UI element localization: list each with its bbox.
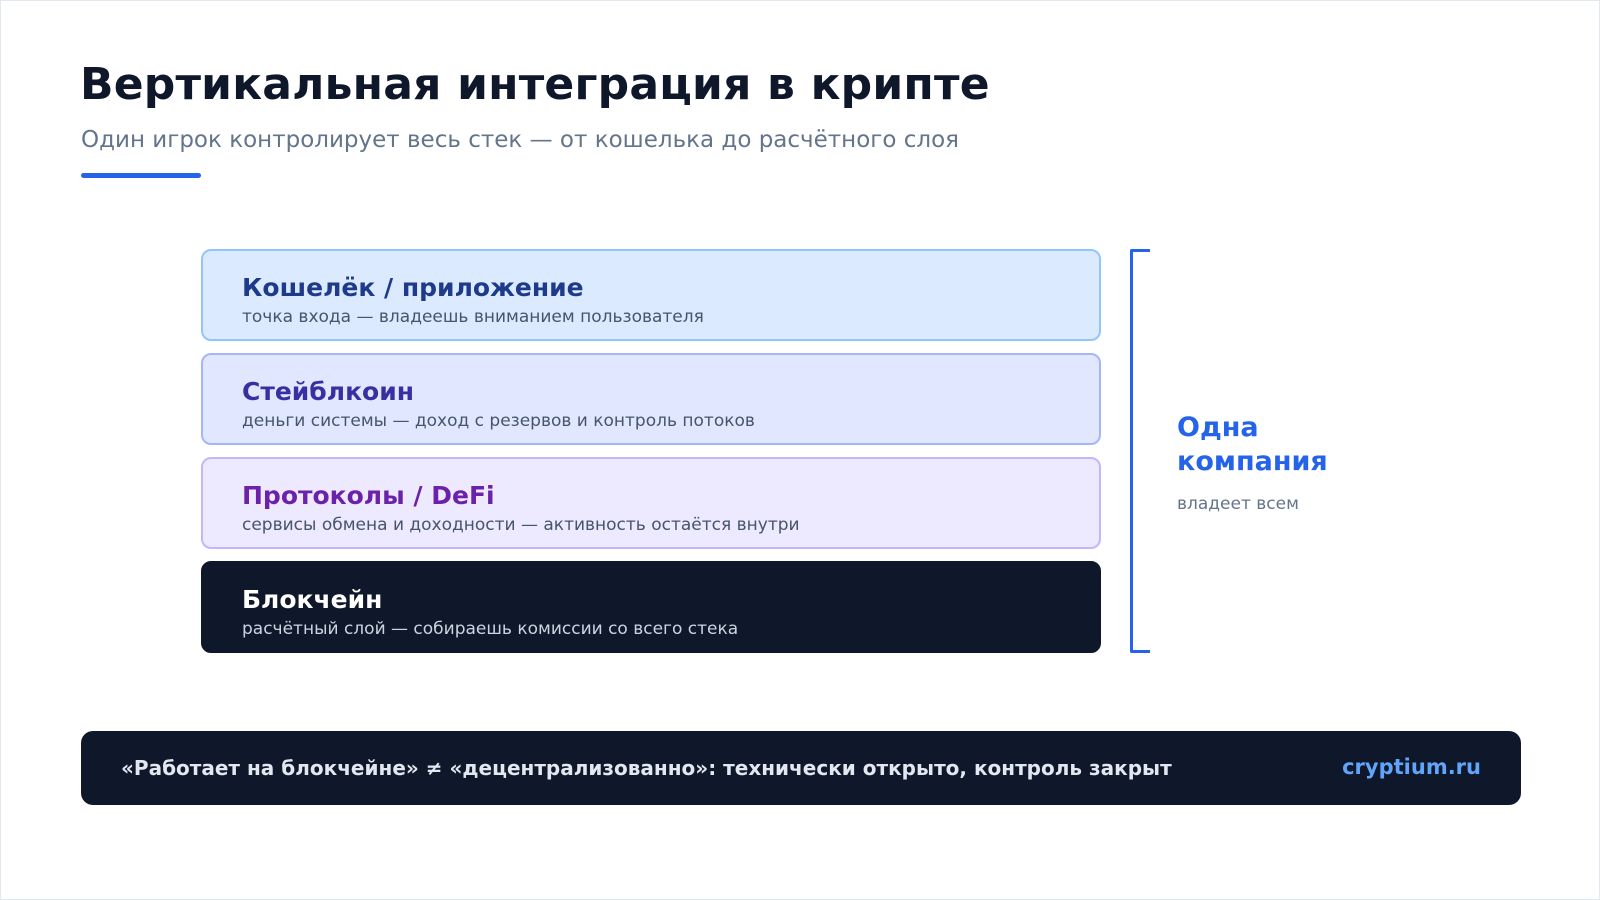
layer-title: Кошелёк / приложение	[242, 273, 584, 302]
layer-description: деньги системы — доход с резервов и конт…	[242, 411, 755, 431]
layer-description: расчётный слой — собираешь комиссии со в…	[242, 619, 739, 639]
footer-banner: «Работает на блокчейне» ≠ «децентрализов…	[81, 731, 1521, 805]
stack-layer-stablecoin: Стейблкоин деньги системы — доход с резе…	[201, 353, 1101, 445]
stack-bracket	[1130, 249, 1150, 653]
stack-layer-wallet: Кошелёк / приложение точка входа — владе…	[201, 249, 1101, 341]
title-accent-line	[81, 173, 201, 178]
slide: Вертикальная интеграция в крипте Один иг…	[0, 0, 1600, 900]
layer-description: сервисы обмена и доходности — активность…	[242, 515, 800, 535]
stack-layer-defi: Протоколы / DeFi сервисы обмена и доходн…	[201, 457, 1101, 549]
page-title: Вертикальная интеграция в крипте	[80, 59, 990, 110]
page-subtitle: Один игрок контролирует весь стек — от к…	[81, 127, 960, 153]
stack-layer-blockchain: Блокчейн расчётный слой — собираешь коми…	[201, 561, 1101, 653]
footer-quote: «Работает на блокчейне» ≠ «децентрализов…	[121, 756, 1172, 780]
layer-title: Стейблкоин	[242, 377, 415, 406]
footer-brand-link[interactable]: cryptium.ru	[1342, 755, 1481, 779]
layer-title: Блокчейн	[242, 585, 383, 614]
company-label: Одна компания	[1177, 412, 1328, 477]
company-sublabel: владеет всем	[1177, 494, 1299, 514]
layer-description: точка входа — владеешь вниманием пользов…	[242, 307, 704, 327]
layer-title: Протоколы / DeFi	[242, 481, 495, 510]
